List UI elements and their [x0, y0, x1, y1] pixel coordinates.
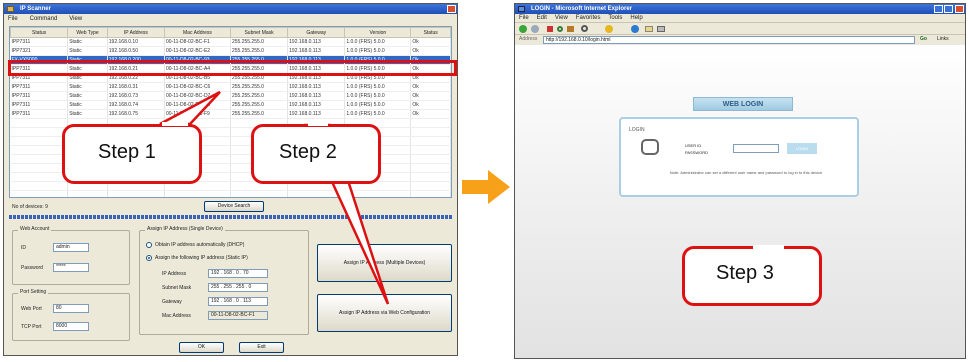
step3-label: Step 3	[716, 262, 774, 284]
step3-join	[753, 245, 784, 249]
